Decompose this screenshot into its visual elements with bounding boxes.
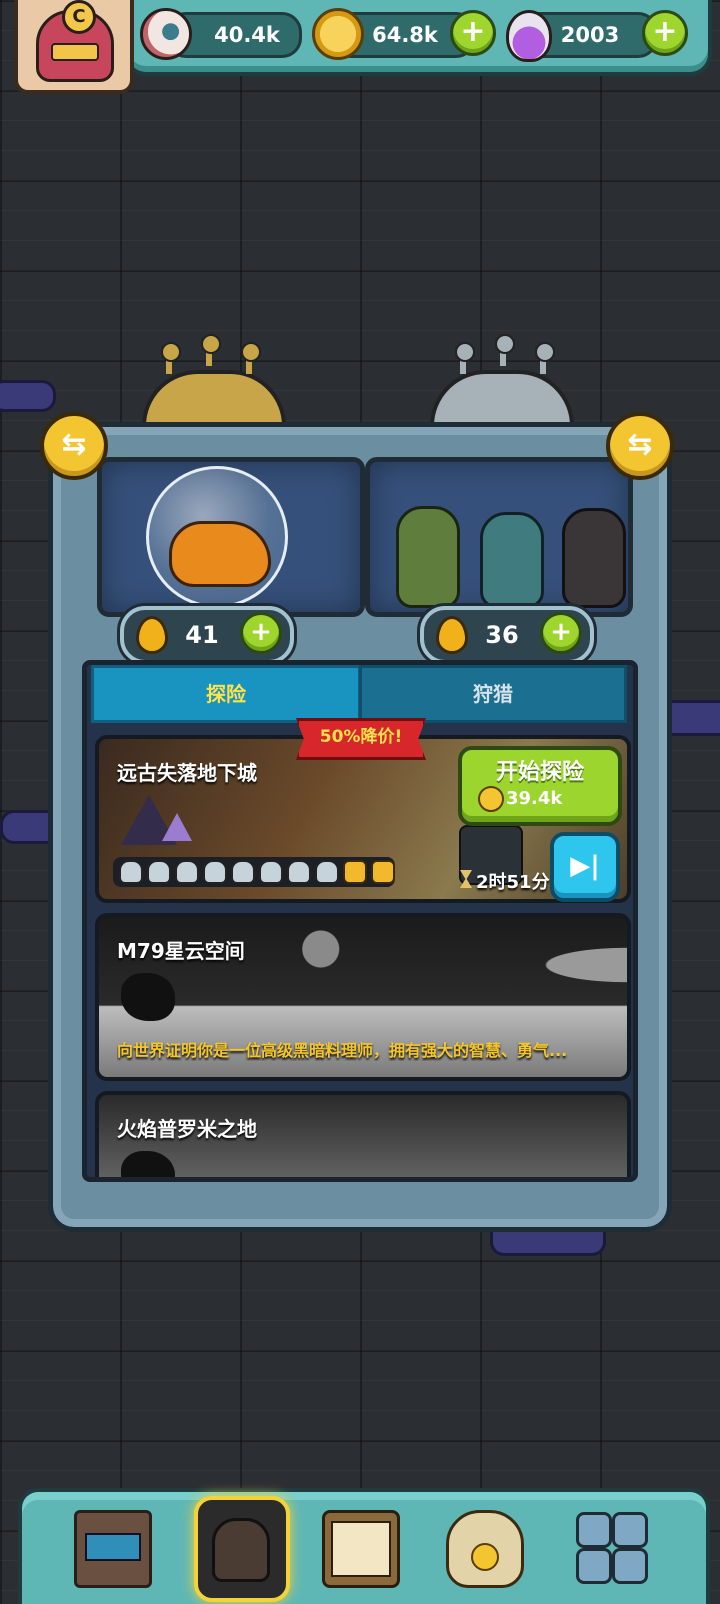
dungeon-monster-icon [212, 1518, 270, 1582]
dungeon-card-fire[interactable]: 火焰普罗米之地 [95, 1091, 631, 1177]
dungeon-description: 向世界证明你是一位高级黑暗料理师，拥有强大的智慧、勇气... [117, 1041, 568, 1060]
left-droplet-count: 41 [185, 621, 219, 649]
skip-button[interactable]: ▶| [550, 832, 620, 902]
nav-book-icon[interactable] [322, 1510, 400, 1588]
bandana-minion-icon[interactable] [562, 508, 626, 608]
potion-icon [506, 10, 552, 62]
swap-right-button[interactable]: ⇆ [606, 412, 674, 480]
right-capsule-window [365, 457, 633, 617]
book-pages [331, 1521, 391, 1577]
eyeball-count: 40.4k [214, 23, 280, 47]
pipe-decoration [0, 380, 56, 412]
sale-banner: 50%降价! [296, 718, 426, 760]
right-droplet-count: 36 [485, 621, 519, 649]
grid-cell [576, 1548, 612, 1584]
progress-skulls [113, 857, 395, 887]
antenna [201, 334, 221, 366]
shop-window [85, 1533, 141, 1561]
skull-icon [259, 860, 283, 884]
potion-count: 2003 [560, 23, 620, 47]
tab-explore[interactable]: 探险 [91, 665, 361, 723]
swap-left-button[interactable]: ⇆ [40, 412, 108, 480]
skull-icon [203, 860, 227, 884]
locked-emblem-icon [121, 1151, 175, 1177]
antenna [241, 342, 261, 374]
nav-shop-building-icon[interactable] [74, 1510, 152, 1588]
grid-cell [576, 1512, 612, 1548]
antenna [495, 334, 515, 366]
player-avatar[interactable]: C [14, 0, 134, 94]
coin-icon [471, 1543, 499, 1571]
add-coins-button[interactable]: + [450, 10, 496, 56]
dungeon-title: 火焰普罗米之地 [117, 1117, 257, 1141]
start-expedition-label: 开始探险 [495, 760, 584, 785]
skull-icon [287, 860, 311, 884]
start-expedition-button[interactable]: 开始探险 39.4k [458, 746, 622, 826]
expedition-timer: 2时51分 [476, 872, 550, 893]
coin-count: 64.8k [372, 23, 438, 47]
antenna [455, 342, 475, 374]
droplet-icon [436, 616, 468, 654]
avatar-emblem-badge: C [62, 0, 96, 34]
nav-dungeon-tab-selected[interactable] [194, 1496, 290, 1602]
gold-skull-icon [371, 860, 395, 884]
skull-icon [147, 860, 171, 884]
antenna [161, 342, 181, 374]
skull-icon [231, 860, 255, 884]
antenna [535, 342, 555, 374]
gold-skull-icon [343, 860, 367, 884]
nav-grid-menu-icon[interactable] [574, 1510, 648, 1584]
coin-icon [312, 8, 364, 60]
skull-icon [119, 860, 143, 884]
droplet-icon [136, 616, 168, 654]
dungeon-title: M79星云空间 [117, 939, 245, 963]
helmet-minion-icon[interactable] [480, 512, 544, 608]
hamster-ball-icon[interactable] [146, 466, 288, 608]
grid-cell [612, 1548, 648, 1584]
triangle-rank-emblem-icon [121, 795, 192, 849]
left-droplet-counter: 41 + [120, 606, 294, 664]
dungeon-card-nebula[interactable]: M79星云空间 向世界证明你是一位高级黑暗料理师，拥有强大的智慧、勇气... [95, 913, 631, 1081]
skull-icon [175, 860, 199, 884]
coin-icon [478, 786, 504, 812]
add-left-droplets-button[interactable]: + [240, 612, 282, 654]
tab-hunt[interactable]: 狩猎 [359, 665, 627, 723]
start-expedition-cost: 39.4k [506, 788, 563, 809]
right-droplet-counter: 36 + [420, 606, 594, 664]
hamster-pet-icon [169, 521, 271, 587]
dungeon-title: 远古失落地下城 [117, 761, 257, 785]
horned-minion-icon[interactable] [396, 506, 460, 608]
left-capsule-window [97, 457, 365, 617]
nav-money-bag-icon[interactable] [446, 1510, 524, 1588]
eyeball-icon [140, 8, 192, 60]
locked-emblem-icon [121, 973, 175, 1021]
add-potions-button[interactable]: + [642, 10, 688, 56]
add-right-droplets-button[interactable]: + [540, 612, 582, 654]
skull-icon [315, 860, 339, 884]
grid-cell [612, 1512, 648, 1548]
